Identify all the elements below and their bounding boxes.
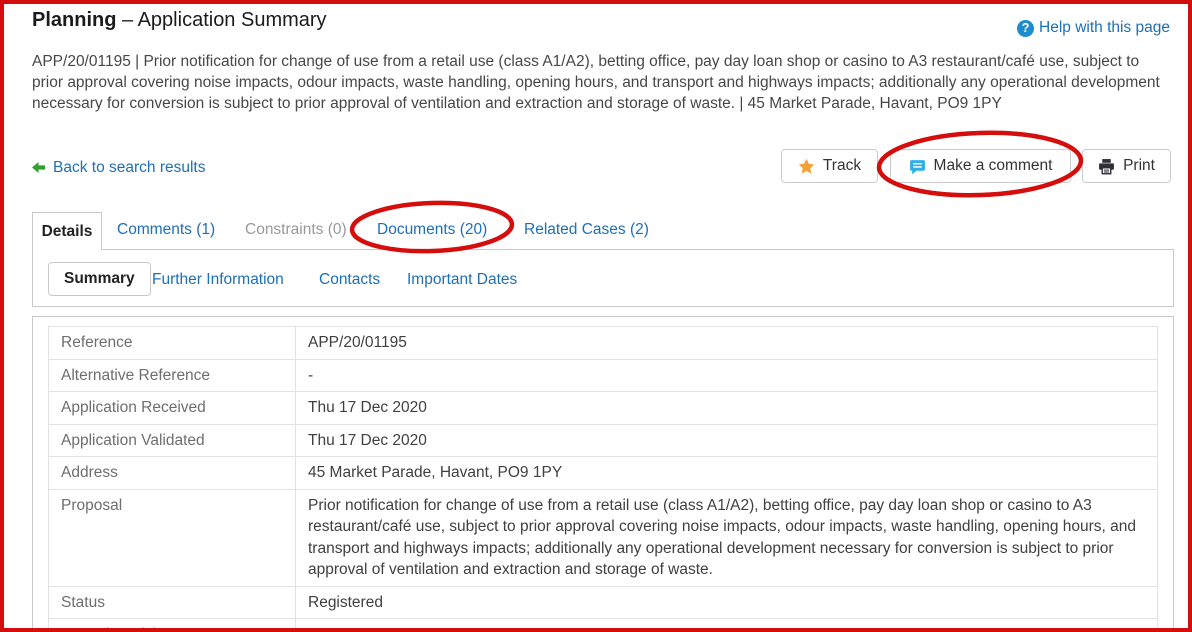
star-icon: [798, 158, 815, 175]
make-comment-button[interactable]: Make a comment: [890, 149, 1071, 183]
table-row: Proposal Prior notification for change o…: [49, 489, 1158, 586]
row-label: Application Received: [49, 392, 296, 425]
row-label: Proposal: [49, 489, 296, 586]
row-value: Thu 17 Dec 2020: [296, 392, 1158, 425]
subtab-summary[interactable]: Summary: [48, 262, 151, 296]
row-value: Thu 17 Dec 2020: [296, 424, 1158, 457]
printer-icon: [1098, 158, 1115, 175]
table-row: Status Registered: [49, 586, 1158, 619]
subtab-further-information[interactable]: Further Information: [152, 271, 284, 289]
tab-details[interactable]: Details: [32, 212, 102, 250]
subtab-strip: Summary Further Information Contacts Imp…: [32, 249, 1174, 307]
table-row: Reference APP/20/01195: [49, 327, 1158, 360]
print-button-label: Print: [1123, 157, 1155, 175]
table-row: Appeal Decision -: [49, 619, 1158, 632]
row-label: Appeal Decision: [49, 619, 296, 632]
table-row: Address 45 Market Parade, Havant, PO9 1P…: [49, 457, 1158, 490]
help-link[interactable]: ? Help with this page: [1017, 19, 1170, 37]
comment-bubble-icon: [909, 158, 926, 175]
tab-comments[interactable]: Comments (1): [117, 221, 215, 239]
help-icon: ?: [1017, 20, 1034, 37]
application-details-table: Reference APP/20/01195 Alternative Refer…: [48, 326, 1158, 632]
table-row: Alternative Reference -: [49, 359, 1158, 392]
track-button-label: Track: [823, 157, 861, 175]
row-value: 45 Market Parade, Havant, PO9 1PY: [296, 457, 1158, 490]
row-value: Registered: [296, 586, 1158, 619]
page-title-module: Planning: [32, 9, 116, 31]
table-row: Application Validated Thu 17 Dec 2020: [49, 424, 1158, 457]
tab-related-cases[interactable]: Related Cases (2): [524, 221, 649, 239]
application-summary-text: APP/20/01195 | Prior notification for ch…: [32, 51, 1167, 114]
tab-details-label: Details: [42, 223, 93, 241]
back-to-search-link[interactable]: Back to search results: [32, 159, 205, 177]
summary-panel: Reference APP/20/01195 Alternative Refer…: [32, 316, 1174, 632]
row-label: Status: [49, 586, 296, 619]
row-value: APP/20/01195: [296, 327, 1158, 360]
row-label: Reference: [49, 327, 296, 360]
back-arrow-icon: [32, 162, 46, 174]
tab-documents[interactable]: Documents (20): [377, 221, 487, 239]
page-title: Planning – Application Summary: [32, 9, 327, 32]
subtab-contacts[interactable]: Contacts: [319, 271, 380, 289]
subtab-important-dates[interactable]: Important Dates: [407, 271, 517, 289]
row-label: Address: [49, 457, 296, 490]
tab-constraints: Constraints (0): [245, 221, 347, 239]
back-link-label: Back to search results: [53, 159, 205, 177]
row-value: -: [296, 359, 1158, 392]
make-comment-button-label: Make a comment: [934, 157, 1053, 175]
page-title-section: – Application Summary: [122, 9, 327, 31]
row-value: Prior notification for change of use fro…: [296, 489, 1158, 586]
row-label: Alternative Reference: [49, 359, 296, 392]
row-value: -: [296, 619, 1158, 632]
planning-application-summary-page: Planning – Application Summary ? Help wi…: [0, 0, 1192, 632]
table-row: Application Received Thu 17 Dec 2020: [49, 392, 1158, 425]
track-button[interactable]: Track: [781, 149, 878, 183]
print-button[interactable]: Print: [1082, 149, 1171, 183]
row-label: Application Validated: [49, 424, 296, 457]
help-link-label: Help with this page: [1039, 19, 1170, 37]
